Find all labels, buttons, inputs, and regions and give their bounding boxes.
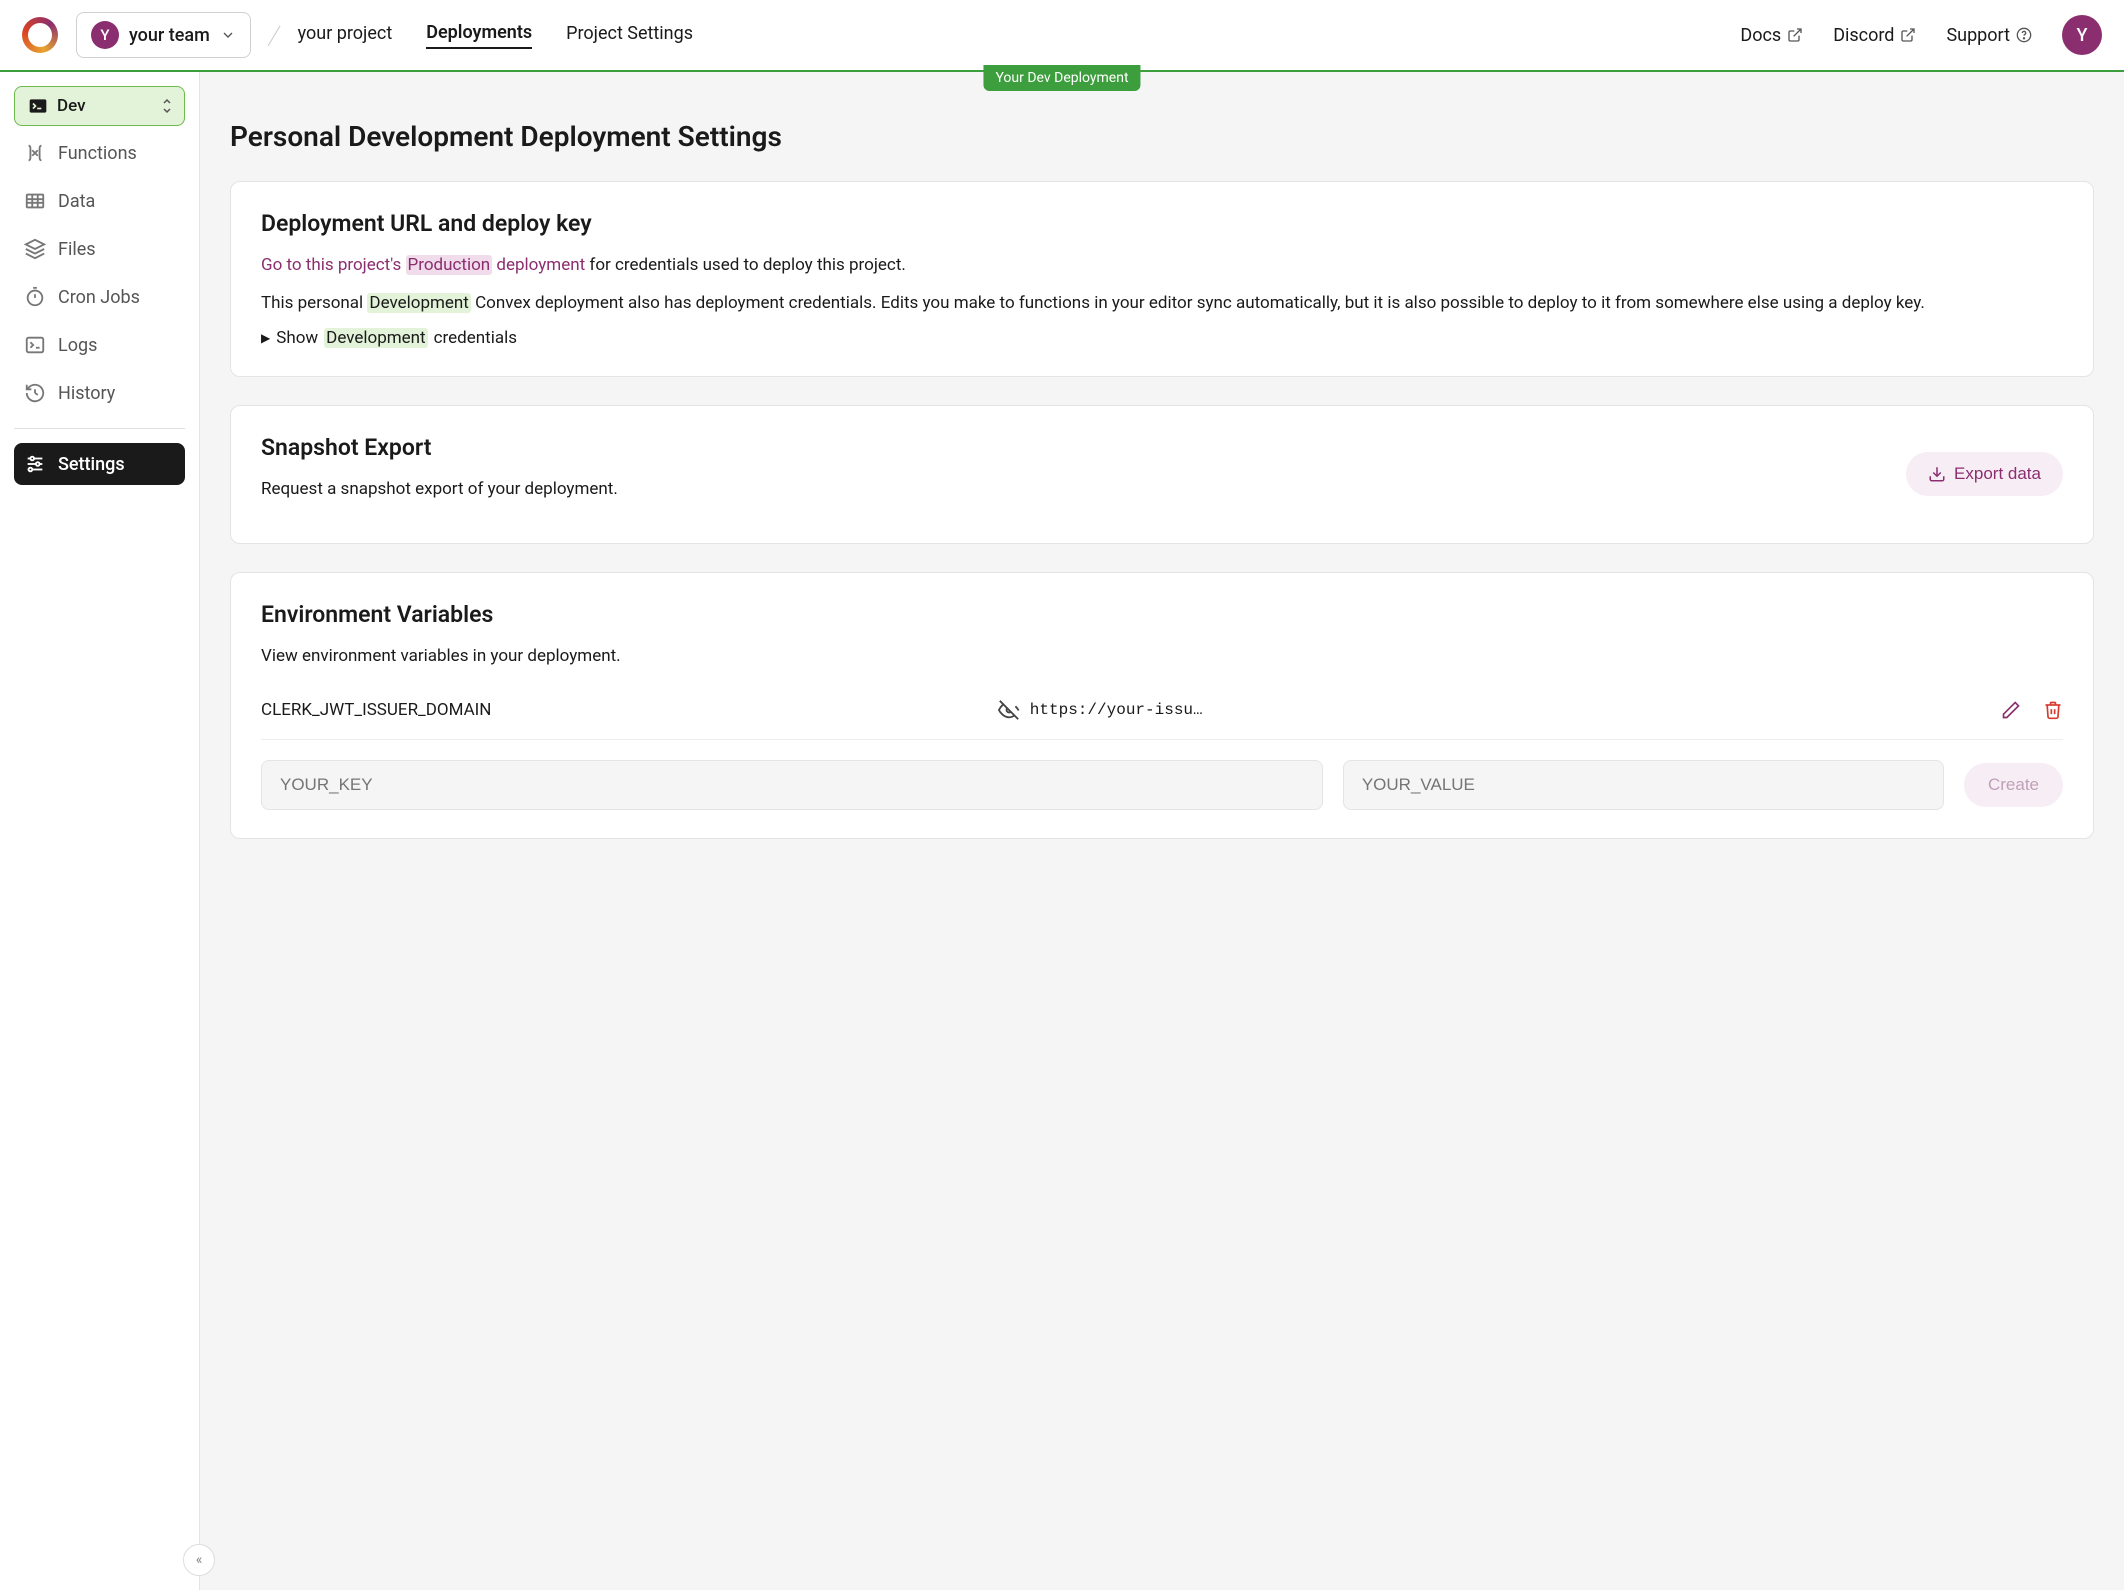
discord-label: Discord [1833,25,1894,46]
page-title: Personal Development Deployment Settings [230,120,2094,153]
sidebar-item-label: Cron Jobs [58,287,140,308]
env-var-key: CLERK_JWT_ISSUER_DOMAIN [261,700,982,720]
sidebar-divider [14,428,185,429]
card-title: Environment Variables [261,601,2063,628]
env-value-input[interactable] [1343,760,1944,810]
help-icon [2016,27,2032,43]
edit-icon[interactable] [2001,700,2021,720]
download-icon [1928,465,1946,483]
sidebar-item-label: Files [58,239,96,260]
sidebar-item-cron[interactable]: Cron Jobs [14,276,185,318]
history-icon [24,382,46,404]
show-credentials-toggle[interactable]: ▶ Show Development credentials [261,328,2063,348]
layers-icon [24,238,46,260]
env-var-value: https://your-issu… [998,699,1985,721]
sidebar-item-label: Data [58,191,95,212]
create-env-var-button[interactable]: Create [1964,763,2063,807]
sidebar-item-label: Logs [58,335,97,356]
production-deployment-link[interactable]: Go to this project's Production deployme… [261,255,589,275]
sidebar-item-history[interactable]: History [14,372,185,414]
card-environment-variables: Environment Variables View environment v… [230,572,2094,840]
sidebar-item-label: Functions [58,143,137,164]
card-desc: View environment variables in your deplo… [261,644,2063,670]
project-name-tab[interactable]: your project [298,23,393,48]
team-selector[interactable]: Y your team [76,12,251,58]
sidebar-collapse-button[interactable]: « [183,1544,215,1576]
table-icon [24,190,46,212]
chevron-down-icon [220,27,236,43]
delete-icon[interactable] [2043,700,2063,720]
export-data-button[interactable]: Export data [1906,452,2063,496]
env-var-actions [2001,700,2063,720]
triangle-right-icon: ▶ [261,331,270,345]
card-deployment-url: Deployment URL and deploy key Go to this… [230,181,2094,377]
terminal-icon [27,95,49,117]
chevron-updown-icon [162,98,172,114]
team-name: your team [129,25,210,46]
env-var-create-row: Create [261,740,2063,810]
stopwatch-icon [24,286,46,308]
sidebar-item-label: Settings [58,454,125,475]
support-link[interactable]: Support [1946,25,2032,46]
env-var-row: CLERK_JWT_ISSUER_DOMAIN https://your-iss… [261,681,2063,740]
card-paragraph-2: This personal Development Convex deploym… [261,291,2063,317]
sidebar-item-data[interactable]: Data [14,180,185,222]
header-right: Docs Discord Support Y [1740,15,2102,55]
docs-label: Docs [1740,25,1781,46]
docs-link[interactable]: Docs [1740,25,1803,46]
dev-deployment-tag: Your Dev Deployment [983,65,1140,91]
tab-project-settings[interactable]: Project Settings [566,23,693,48]
team-avatar: Y [91,21,119,49]
sidebar-item-files[interactable]: Files [14,228,185,270]
top-header: Y your team / your project Deployments P… [0,0,2124,72]
external-link-icon [1900,27,1916,43]
environment-selector[interactable]: Dev [14,86,185,126]
logs-icon [24,334,46,356]
card-title: Snapshot Export [261,434,618,461]
card-desc: Request a snapshot export of your deploy… [261,477,618,503]
discord-link[interactable]: Discord [1833,25,1916,46]
sidebar-item-logs[interactable]: Logs [14,324,185,366]
support-label: Support [1946,25,2010,46]
card-snapshot-export: Snapshot Export Request a snapshot expor… [230,405,2094,544]
export-label: Export data [1954,464,2041,484]
breadcrumb-separator: / [266,18,282,52]
user-avatar[interactable]: Y [2062,15,2102,55]
main-content: Personal Development Deployment Settings… [200,72,2124,1590]
function-icon [24,142,46,164]
sidebar-item-settings[interactable]: Settings [14,443,185,485]
env-key-input[interactable] [261,760,1323,810]
env-var-value-text: https://your-issu… [1030,701,1203,719]
tab-deployments[interactable]: Deployments [426,22,532,49]
visibility-off-icon[interactable] [998,699,1020,721]
sliders-icon [24,453,46,475]
card-paragraph-1: Go to this project's Production deployme… [261,253,2063,279]
card-title: Deployment URL and deploy key [261,210,2063,237]
sidebar-item-functions[interactable]: Functions [14,132,185,174]
project-nav: your project Deployments Project Setting… [298,22,693,49]
external-link-icon [1787,27,1803,43]
env-label: Dev [57,96,86,116]
chevron-double-left-icon: « [196,1552,203,1568]
app-logo[interactable] [22,17,58,53]
sidebar: Dev Functions Data Files [0,72,200,1590]
sidebar-item-label: History [58,383,115,404]
